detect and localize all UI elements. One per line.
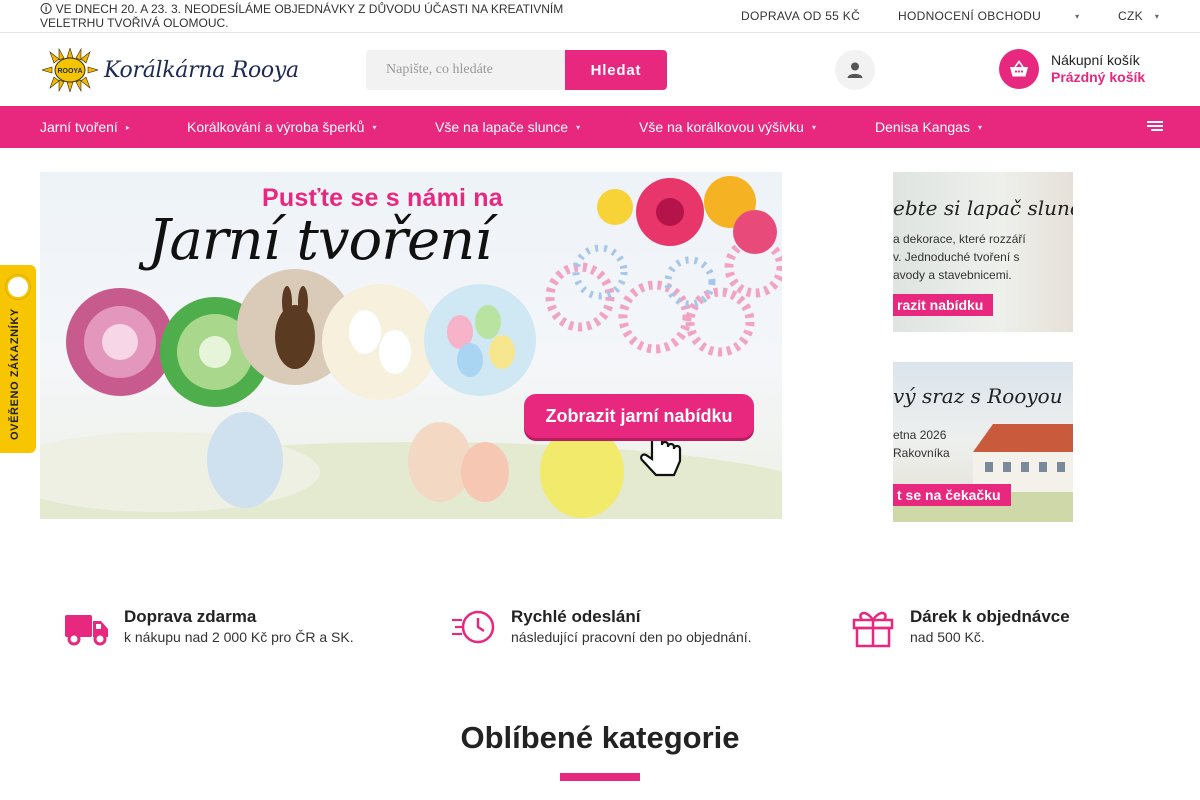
- side-banner-button[interactable]: t se na čekačku: [893, 484, 1011, 506]
- chevron-down-icon: ▾: [372, 122, 377, 132]
- nav-label: Vše na lapače slunce: [435, 119, 569, 135]
- side-banner-heading: vý sraz s Rooyou: [893, 384, 1063, 408]
- shipping-price-label: DOPRAVA OD 55 KČ: [741, 9, 861, 23]
- cart-title: Nákupní košík: [1051, 52, 1140, 68]
- side-banner-line: avody a stavebnicemi.: [893, 268, 1012, 282]
- benefit-text: k nákupu nad 2 000 Kč pro ČR a SK.: [124, 629, 354, 645]
- logo-wordmark: Korálkárna Rooya: [104, 57, 299, 83]
- nav-item-denisa-kangas[interactable]: Denisa Kangas ▾: [875, 106, 982, 148]
- cart-summary: Nákupní košík Prázdný košík: [1051, 52, 1145, 86]
- side-banner-line: Rakovníka: [893, 446, 950, 460]
- shipping-price-link[interactable]: DOPRAVA OD 55 KČ: [741, 0, 860, 32]
- nav-item-bead-embroidery[interactable]: Vše na korálkovou výšivku ▾: [639, 106, 816, 148]
- currency-label: CZK: [1118, 9, 1143, 23]
- currency-selector[interactable]: CZK ▾: [1118, 0, 1159, 32]
- search-input[interactable]: [366, 50, 565, 90]
- verified-badge-text: OVĚŘENO ZÁKAZNÍKY: [9, 308, 21, 440]
- side-banner-button[interactable]: razit nabídku: [893, 294, 994, 316]
- user-icon: [847, 62, 863, 78]
- side-banner-suncatchers[interactable]: ebte si lapač slunce a dekorace, které r…: [893, 172, 1073, 332]
- side-banner-line: a dekorace, které rozzáří: [893, 232, 1026, 246]
- store-rating-menu[interactable]: HODNOCENÍ OBCHODU ▾: [898, 0, 1079, 32]
- fast-clock-icon: [452, 610, 495, 644]
- benefit-free-shipping: Doprava zdarma k nákupu nad 2 000 Kč pro…: [64, 606, 354, 648]
- nav-label: Denisa Kangas: [875, 119, 970, 135]
- side-banner-line: v. Jednoduché tvoření s: [893, 250, 1020, 264]
- account-button[interactable]: [835, 50, 875, 90]
- chevron-down-icon: ▾: [811, 122, 816, 132]
- side-banner-meetup[interactable]: vý sraz s Rooyou etna 2026 Rakovníka t s…: [893, 362, 1073, 522]
- site-header: ROOYA Korálkárna Rooya Hledat Nákupní ko…: [0, 33, 1200, 106]
- nav-label: Korálkování a výroba šperků: [187, 119, 365, 135]
- chevron-down-icon: ▾: [1154, 11, 1160, 21]
- chevron-down-icon: ▾: [576, 122, 581, 132]
- nav-item-suncatchers[interactable]: Vše na lapače slunce ▾: [435, 106, 580, 148]
- shipping-notice: 🛈 VE DNECH 20. A 23. 3. NEODESÍLÁME OBJE…: [40, 2, 564, 30]
- cart-widget[interactable]: Nákupní košík Prázdný košík: [999, 49, 1145, 89]
- benefit-content: Dárek k objednávce nad 500 Kč.: [910, 606, 1070, 646]
- verified-reviews-badge[interactable]: OVĚŘENO ZÁKAZNÍKY: [0, 265, 36, 453]
- site-logo[interactable]: ROOYA Korálkárna Rooya: [40, 45, 299, 95]
- chevron-right-icon: ▸: [125, 122, 130, 132]
- main-navigation: Jarní tvoření ▸ Korálkování a výroba šper…: [0, 106, 1200, 148]
- nav-label: Vše na korálkovou výšivku: [639, 119, 804, 135]
- basket-icon: [1010, 60, 1028, 77]
- benefit-title: Rychlé odeslání: [511, 607, 641, 626]
- cart-status: Prázdný košík: [1051, 69, 1146, 85]
- heading-underline: [560, 773, 640, 781]
- nav-item-spring-crafts[interactable]: Jarní tvoření ▸: [40, 106, 130, 148]
- benefit-text: následující pracovní den po objednání.: [511, 629, 752, 645]
- store-rating-label: HODNOCENÍ OBCHODU: [898, 9, 1042, 23]
- menu-hamburger-icon[interactable]: [1147, 121, 1163, 133]
- hero-cta-button[interactable]: Zobrazit jarní nabídku: [524, 394, 754, 438]
- benefit-text: nad 500 Kč.: [910, 629, 985, 645]
- cart-button[interactable]: [999, 49, 1039, 89]
- search-button[interactable]: Hledat: [565, 50, 667, 90]
- hero-banner[interactable]: Pusťte se s námi na Jarní tvoření Zobraz…: [40, 172, 782, 519]
- benefit-gift: Dárek k objednávce nad 500 Kč.: [850, 606, 1070, 648]
- benefit-content: Doprava zdarma k nákupu nad 2 000 Kč pro…: [124, 606, 354, 646]
- hero-title: Jarní tvoření: [148, 208, 492, 273]
- popular-categories-heading: Oblíbené kategorie: [460, 720, 740, 755]
- nav-item-beading-jewelry[interactable]: Korálkování a výroba šperků ▾: [187, 106, 376, 148]
- logo-badge-text: ROOYA: [57, 68, 82, 75]
- benefit-fast-dispatch: Rychlé odeslání následující pracovní den…: [451, 606, 752, 648]
- search-form: Hledat: [366, 50, 667, 90]
- benefit-title: Dárek k objednávce: [910, 607, 1070, 626]
- top-info-bar: 🛈 VE DNECH 20. A 23. 3. NEODESÍLÁME OBJE…: [0, 0, 1200, 33]
- benefit-title: Doprava zdarma: [124, 607, 257, 626]
- verified-seal-icon: [6, 275, 30, 299]
- sun-logo-icon: ROOYA: [40, 46, 100, 94]
- delivery-truck-icon: [65, 615, 108, 646]
- benefit-content: Rychlé odeslání následující pracovní den…: [511, 606, 752, 646]
- chevron-down-icon: ▾: [1075, 11, 1080, 21]
- side-banner-heading: ebte si lapač slunce: [893, 196, 1073, 220]
- gift-icon: [852, 611, 894, 648]
- chevron-down-icon: ▾: [977, 122, 982, 132]
- nav-label: Jarní tvoření: [40, 119, 118, 135]
- side-banner-line: etna 2026: [893, 428, 947, 442]
